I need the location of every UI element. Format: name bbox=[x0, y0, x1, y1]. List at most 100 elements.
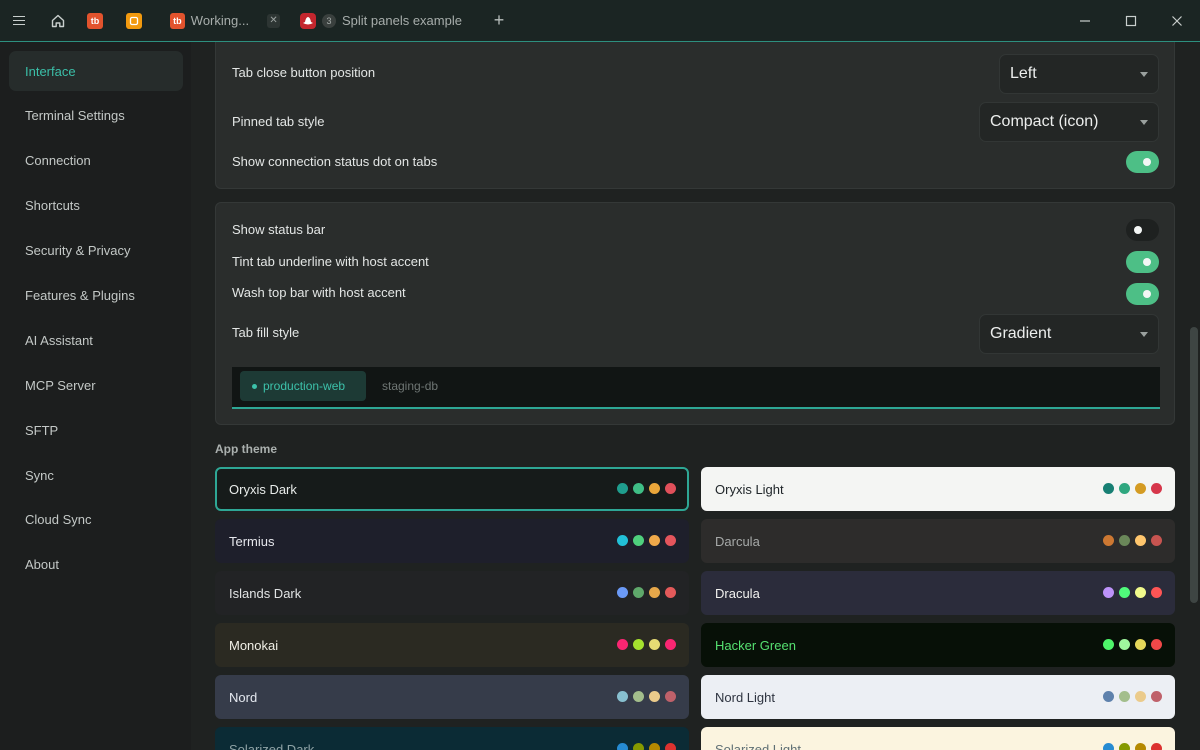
setting-label: Tint tab underline with host accent bbox=[232, 254, 429, 269]
theme-option-islands-dark[interactable]: Islands Dark bbox=[215, 571, 689, 615]
theme-swatches bbox=[617, 639, 676, 650]
sidebar-item-about[interactable]: About bbox=[9, 544, 183, 584]
theme-option-oryxis-dark[interactable]: Oryxis Dark bbox=[215, 467, 689, 511]
sidebar-item-sync[interactable]: Sync bbox=[9, 455, 183, 495]
setting-label: Tab fill style bbox=[232, 325, 300, 340]
theme-name: Termius bbox=[229, 533, 275, 549]
color-swatch bbox=[665, 535, 676, 546]
wash-top-bar-toggle[interactable] bbox=[1126, 283, 1159, 305]
color-swatch bbox=[1103, 535, 1114, 546]
theme-option-nord-light[interactable]: Nord Light bbox=[701, 675, 1175, 719]
sidebar-item-sftp[interactable]: SFTP bbox=[9, 410, 183, 450]
theme-option-termius[interactable]: Termius bbox=[215, 519, 689, 563]
minimize-button[interactable] bbox=[1062, 0, 1108, 41]
theme-name: Darcula bbox=[715, 533, 760, 549]
color-swatch bbox=[1151, 535, 1162, 546]
color-swatch bbox=[633, 639, 644, 650]
color-swatch bbox=[649, 587, 660, 598]
sidebar-item-shortcuts[interactable]: Shortcuts bbox=[9, 185, 183, 225]
setting-label: Show connection status dot on tabs bbox=[232, 154, 438, 169]
tab-split-panels[interactable]: 3 Split panels example bbox=[290, 0, 480, 41]
app-logo-yellow-icon bbox=[126, 12, 142, 29]
sidebar-item-mcp-server[interactable]: MCP Server bbox=[9, 365, 183, 405]
title-bar: tb tb Working... ✕ 3 Split panels exampl… bbox=[0, 0, 1200, 42]
chevron-down-icon bbox=[1140, 332, 1148, 337]
sidebar-item-connection[interactable]: Connection bbox=[9, 140, 183, 180]
color-swatch bbox=[617, 691, 628, 702]
color-swatch bbox=[633, 535, 644, 546]
color-swatch bbox=[649, 743, 660, 750]
theme-swatches bbox=[1103, 691, 1162, 702]
color-swatch bbox=[633, 743, 644, 750]
color-swatch bbox=[617, 483, 628, 494]
theme-option-darcula[interactable]: Darcula bbox=[701, 519, 1175, 563]
tab-app-2[interactable] bbox=[121, 0, 147, 41]
color-swatch bbox=[1135, 743, 1146, 750]
color-swatch bbox=[1103, 639, 1114, 650]
theme-name: Oryxis Light bbox=[715, 481, 784, 497]
preview-tab-active: production-web bbox=[240, 371, 366, 401]
maximize-button[interactable] bbox=[1108, 0, 1154, 41]
theme-option-hacker-green[interactable]: Hacker Green bbox=[701, 623, 1175, 667]
theme-swatches bbox=[1103, 535, 1162, 546]
sidebar-item-ai-assistant[interactable]: AI Assistant bbox=[9, 320, 183, 360]
bar-settings-card: Show status bar Tint tab underline with … bbox=[215, 202, 1175, 425]
hamburger-menu-icon[interactable] bbox=[6, 0, 32, 41]
color-swatch bbox=[1103, 743, 1114, 750]
theme-option-solarized-light[interactable]: Solarized Light bbox=[701, 727, 1175, 750]
color-swatch bbox=[1135, 535, 1146, 546]
theme-name: Solarized Light bbox=[715, 741, 801, 750]
color-swatch bbox=[649, 691, 660, 702]
color-swatch bbox=[1103, 483, 1114, 494]
color-swatch bbox=[1151, 743, 1162, 750]
theme-option-monokai[interactable]: Monokai bbox=[215, 623, 689, 667]
theme-option-oryxis-light[interactable]: Oryxis Light bbox=[701, 467, 1175, 511]
add-tab-button[interactable]: + bbox=[486, 0, 512, 41]
theme-name: Hacker Green bbox=[715, 637, 796, 653]
select-value: Gradient bbox=[990, 325, 1052, 342]
sidebar-item-terminal-settings[interactable]: Terminal Settings bbox=[9, 95, 183, 135]
select-value: Left bbox=[1010, 65, 1037, 82]
scrollbar-thumb[interactable] bbox=[1190, 327, 1198, 603]
color-swatch bbox=[1135, 691, 1146, 702]
sidebar-item-features-plugins[interactable]: Features & Plugins bbox=[9, 275, 183, 315]
home-icon[interactable] bbox=[45, 0, 71, 41]
color-swatch bbox=[1151, 691, 1162, 702]
theme-option-nord[interactable]: Nord bbox=[215, 675, 689, 719]
color-swatch bbox=[1119, 639, 1130, 650]
chevron-down-icon bbox=[1140, 72, 1148, 77]
theme-option-dracula[interactable]: Dracula bbox=[701, 571, 1175, 615]
color-swatch bbox=[1103, 691, 1114, 702]
redhat-icon bbox=[300, 12, 316, 29]
chevron-down-icon bbox=[1140, 120, 1148, 125]
color-swatch bbox=[665, 743, 676, 750]
tab-fill-style-select[interactable]: Gradient bbox=[979, 314, 1159, 354]
tab-close-position-select[interactable]: Left bbox=[999, 54, 1159, 94]
color-swatch bbox=[1151, 483, 1162, 494]
status-dot-toggle[interactable] bbox=[1126, 151, 1159, 173]
pinned-tab-style-select[interactable]: Compact (icon) bbox=[979, 102, 1159, 142]
close-window-button[interactable] bbox=[1154, 0, 1200, 41]
color-swatch bbox=[617, 743, 628, 750]
settings-sidebar: Interface Terminal Settings Connection S… bbox=[0, 42, 191, 750]
theme-name: Oryxis Dark bbox=[229, 481, 297, 497]
tab-working[interactable]: tb Working... ✕ bbox=[160, 0, 280, 41]
theme-name: Dracula bbox=[715, 585, 760, 601]
tab-app-1[interactable]: tb bbox=[82, 0, 108, 41]
color-swatch bbox=[617, 587, 628, 598]
color-swatch bbox=[665, 639, 676, 650]
sidebar-item-cloud-sync[interactable]: Cloud Sync bbox=[9, 499, 183, 539]
theme-option-solarized-dark[interactable]: Solarized Dark bbox=[215, 727, 689, 750]
color-swatch bbox=[617, 535, 628, 546]
setting-label: Tab close button position bbox=[232, 65, 376, 80]
theme-name: Nord bbox=[229, 689, 258, 705]
tint-underline-toggle[interactable] bbox=[1126, 251, 1159, 273]
app-logo-icon: tb bbox=[87, 12, 103, 29]
theme-name: Islands Dark bbox=[229, 585, 302, 601]
theme-swatches bbox=[617, 483, 676, 494]
status-bar-toggle[interactable] bbox=[1126, 219, 1159, 241]
sidebar-item-security-privacy[interactable]: Security & Privacy bbox=[9, 230, 183, 270]
tab-close-icon[interactable]: ✕ bbox=[267, 13, 280, 28]
color-swatch bbox=[633, 587, 644, 598]
sidebar-item-interface[interactable]: Interface bbox=[9, 51, 183, 91]
